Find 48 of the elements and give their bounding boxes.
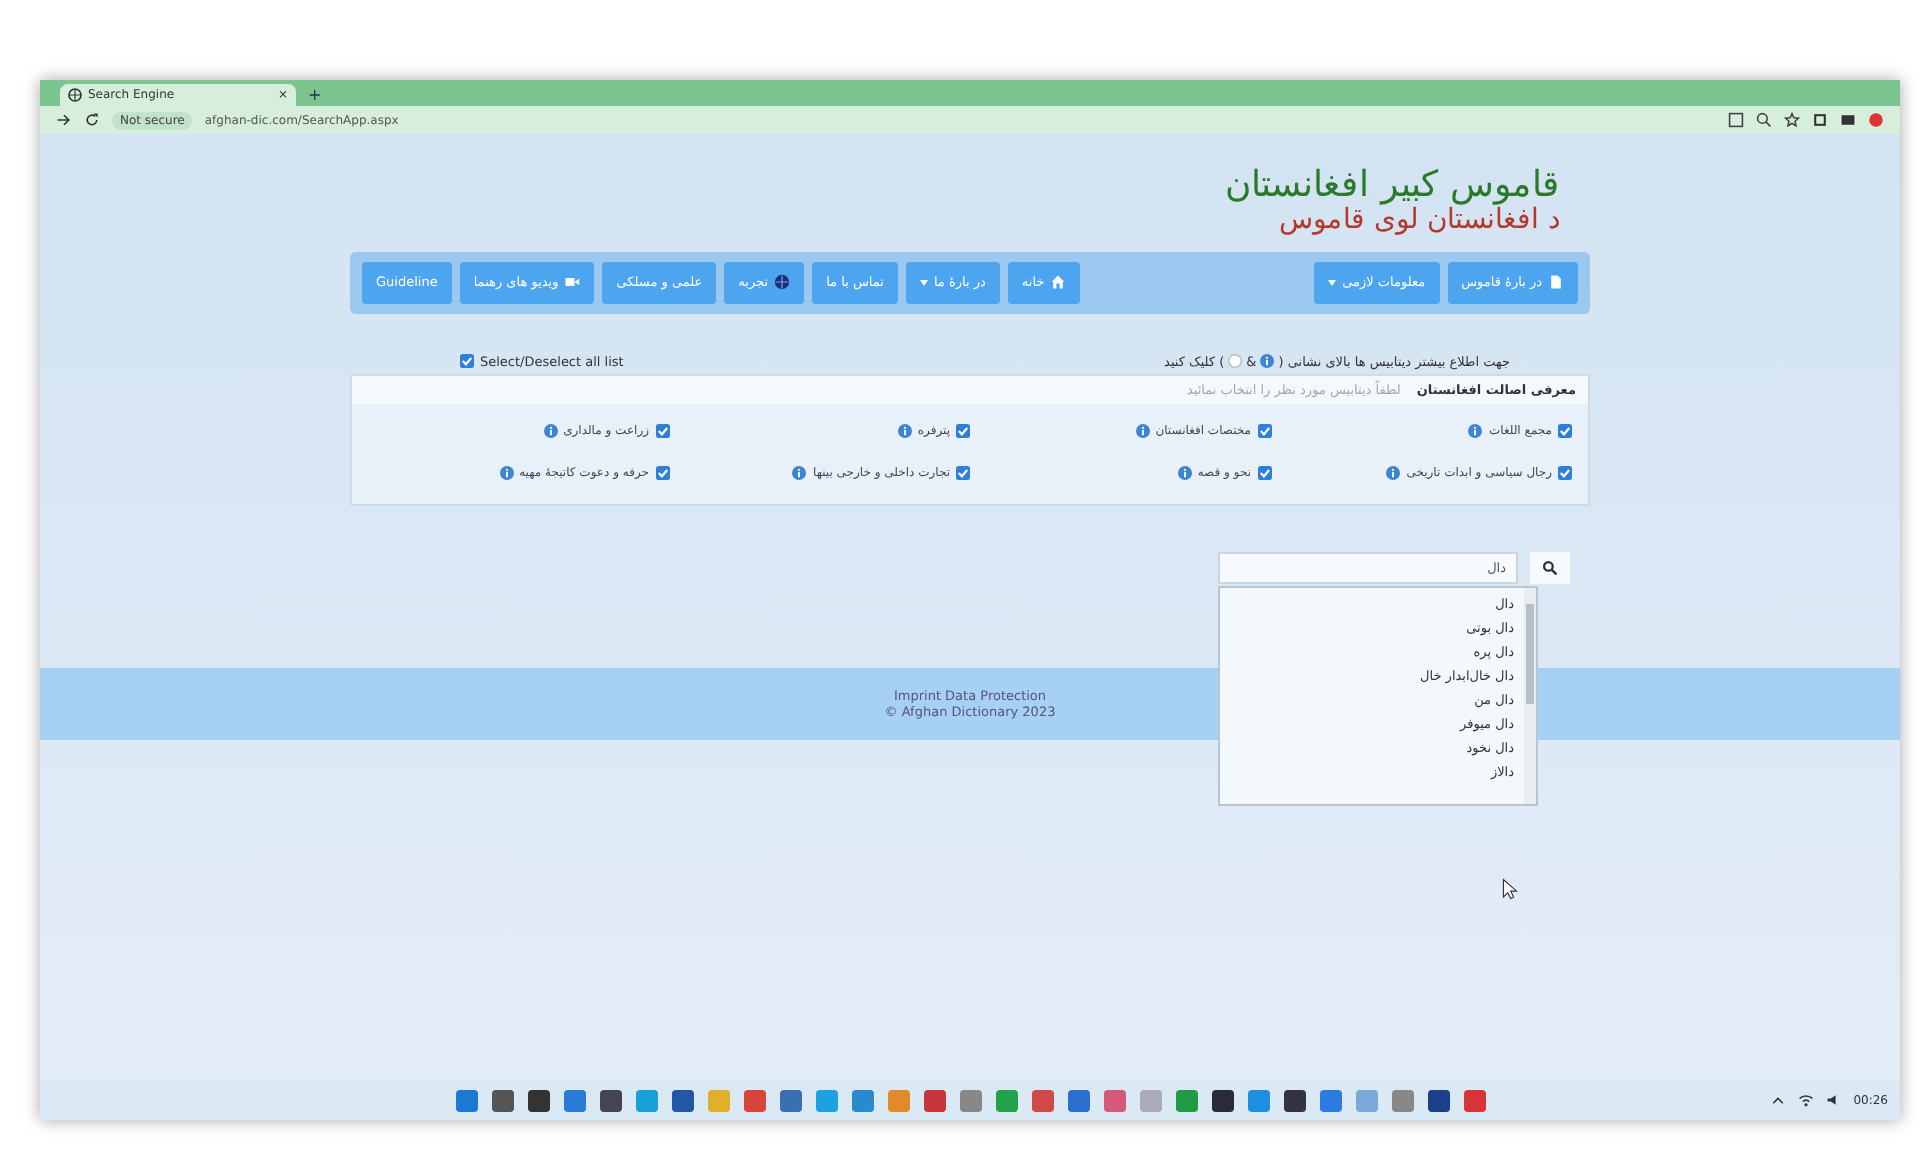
profile-icon[interactable] bbox=[1868, 112, 1884, 128]
info-icon bbox=[1135, 423, 1150, 438]
info-icon bbox=[1177, 465, 1192, 480]
info-icon bbox=[543, 423, 558, 438]
checkbox[interactable] bbox=[655, 465, 669, 480]
zoom-icon[interactable] bbox=[1756, 112, 1772, 128]
scrollbar[interactable] bbox=[1524, 587, 1536, 804]
globe-icon bbox=[68, 88, 82, 102]
checkbox[interactable] bbox=[1558, 423, 1572, 438]
home-icon bbox=[1050, 274, 1067, 291]
mouse-pointer-icon bbox=[1502, 878, 1518, 900]
caret-icon bbox=[1328, 279, 1337, 286]
info-icon bbox=[792, 465, 807, 480]
star-icon[interactable] bbox=[1784, 112, 1800, 128]
info-icon bbox=[1468, 423, 1483, 438]
checkbox[interactable] bbox=[956, 465, 970, 480]
checkbox[interactable] bbox=[1257, 465, 1271, 480]
new-tab-button[interactable]: + bbox=[308, 84, 322, 106]
info-icon bbox=[897, 423, 912, 438]
circle-icon bbox=[1228, 354, 1243, 369]
taskbar-app-icon[interactable] bbox=[1427, 1089, 1449, 1111]
globe-icon bbox=[774, 274, 791, 291]
taskbar-app-icon[interactable] bbox=[1283, 1089, 1305, 1111]
chevron-up-icon[interactable] bbox=[1769, 1092, 1786, 1108]
speaker-icon[interactable] bbox=[1825, 1092, 1842, 1108]
forward-icon[interactable] bbox=[56, 112, 72, 128]
doc-icon bbox=[1548, 274, 1564, 291]
info-icon bbox=[1260, 354, 1275, 369]
wifi-icon[interactable] bbox=[1797, 1092, 1814, 1108]
video-icon bbox=[564, 274, 581, 291]
logo-subtitle: د افغانستان لوی قاموس bbox=[1277, 205, 1560, 236]
checkbox[interactable] bbox=[1558, 465, 1572, 480]
checkbox[interactable] bbox=[1257, 423, 1271, 438]
checkbox[interactable] bbox=[956, 423, 970, 438]
caret-icon bbox=[919, 279, 928, 286]
checkbox[interactable] bbox=[655, 423, 669, 438]
info-icon bbox=[1386, 465, 1401, 480]
taskbar-app-icon[interactable] bbox=[599, 1089, 621, 1111]
taskbar-app-icon[interactable] bbox=[527, 1089, 549, 1111]
search-icon bbox=[1542, 559, 1558, 576]
taskbar-app-icon[interactable] bbox=[671, 1089, 693, 1111]
checkbox[interactable] bbox=[460, 354, 474, 369]
logo-title: قاموس کبیر افغانستان bbox=[1225, 168, 1560, 206]
info-icon bbox=[499, 465, 514, 480]
search-button[interactable] bbox=[1530, 551, 1570, 584]
taskbar-app-icon[interactable] bbox=[491, 1089, 513, 1111]
taskbar-app-icon[interactable] bbox=[1211, 1089, 1233, 1111]
reload-icon[interactable] bbox=[84, 112, 100, 128]
